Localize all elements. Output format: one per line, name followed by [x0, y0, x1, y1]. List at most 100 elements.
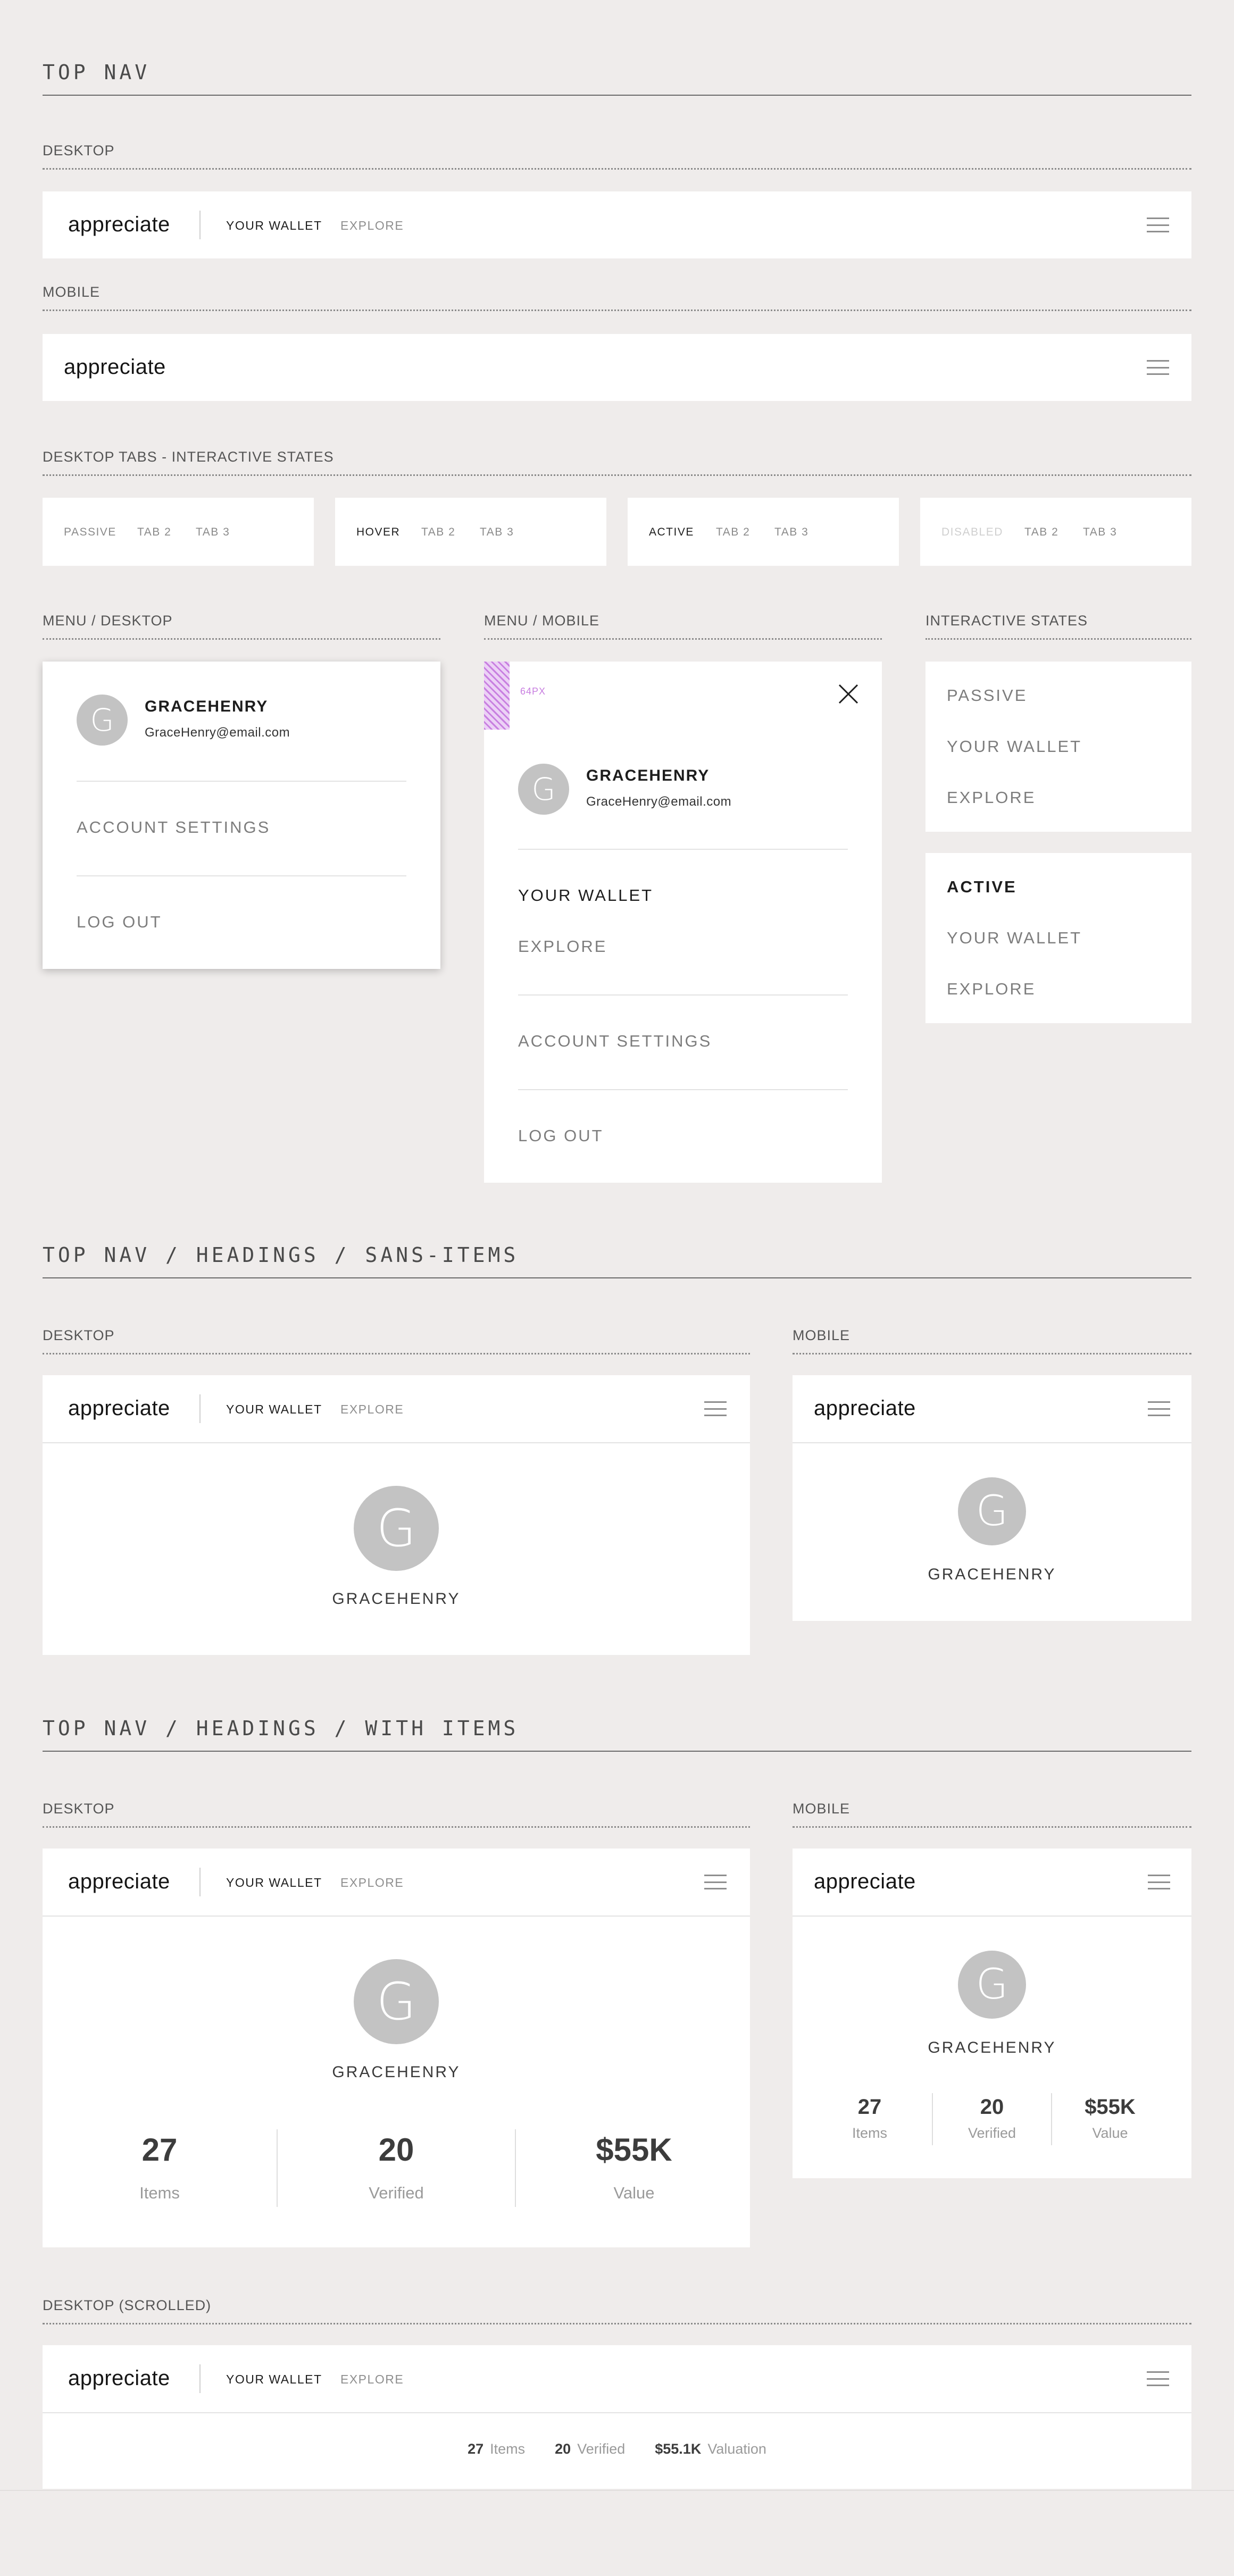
- nav-link-explore[interactable]: EXPLORE: [340, 2372, 404, 2387]
- hamburger-icon[interactable]: [1147, 360, 1169, 375]
- user-name: GRACEHENRY: [145, 698, 269, 715]
- state-your-wallet[interactable]: YOUR WALLET: [947, 737, 1082, 756]
- section-title-top-nav: TOP NAV: [43, 61, 151, 84]
- mobile-nav-bar: appreciate: [43, 334, 1191, 401]
- label-mobile: MOBILE: [793, 1327, 851, 1343]
- hamburger-icon[interactable]: [704, 1875, 727, 1889]
- label-desktop: DESKTOP: [43, 1801, 115, 1817]
- menu-item-account-settings[interactable]: ACCOUNT SETTINGS: [518, 1032, 712, 1051]
- spacing-marker: [484, 662, 510, 730]
- spacing-note: 64PX: [520, 686, 546, 697]
- mobile-heading-items-card: appreciate G GRACEHENRY 27 Items 20 Veri…: [793, 1849, 1191, 2178]
- state-passive[interactable]: PASSIVE: [947, 686, 1027, 705]
- tab-passive[interactable]: PASSIVE: [64, 526, 116, 539]
- label-tabs-states: DESKTOP TABS - INTERACTIVE STATES: [43, 449, 334, 465]
- states-passive-card: PASSIVE YOUR WALLET EXPLORE: [926, 662, 1191, 832]
- logo[interactable]: appreciate: [814, 1396, 916, 1420]
- nav-bottom-rule: [793, 1916, 1191, 1917]
- tab-3[interactable]: TAB 3: [774, 526, 808, 539]
- label-desktop: DESKTOP: [43, 1327, 115, 1343]
- logo[interactable]: appreciate: [68, 1870, 170, 1894]
- nav-divider: [199, 1394, 201, 1423]
- label-mobile: MOBILE: [793, 1801, 851, 1817]
- stat-items-value: 27: [141, 2132, 178, 2168]
- logo[interactable]: appreciate: [68, 1396, 170, 1420]
- stat-items-label: Items: [490, 2441, 526, 2457]
- dotted-rule: [43, 474, 1191, 476]
- logo[interactable]: appreciate: [64, 355, 166, 379]
- user-name: GRACEHENRY: [332, 1590, 461, 1608]
- tab-group-hover: HOVER TAB 2 TAB 3: [335, 498, 606, 566]
- tab-3[interactable]: TAB 3: [1083, 526, 1117, 539]
- nav-link-your-wallet[interactable]: YOUR WALLET: [226, 2372, 322, 2387]
- stat-valuation-label: Valuation: [707, 2441, 766, 2457]
- tab-2[interactable]: TAB 2: [421, 526, 455, 539]
- tab-2[interactable]: TAB 2: [716, 526, 750, 539]
- hamburger-icon[interactable]: [1148, 1875, 1170, 1889]
- menu-divider: [518, 1089, 848, 1090]
- tab-hover[interactable]: HOVER: [356, 526, 400, 539]
- nav-divider: [199, 2364, 201, 2393]
- stat-items-value: 27: [468, 2441, 484, 2457]
- tab-3[interactable]: TAB 3: [480, 526, 514, 539]
- stat-value-value: $55K: [1085, 2095, 1136, 2119]
- menu-item-your-wallet[interactable]: YOUR WALLET: [518, 886, 653, 905]
- menu-item-explore[interactable]: EXPLORE: [518, 937, 607, 956]
- dotted-rule: [793, 1826, 1191, 1828]
- user-email: GraceHenry@email.com: [145, 725, 290, 740]
- stat-verified-value: 20: [378, 2132, 414, 2168]
- dotted-rule: [43, 1826, 750, 1828]
- nav-bottom-rule: [43, 2412, 1191, 2413]
- state-your-wallet[interactable]: YOUR WALLET: [947, 929, 1082, 948]
- state-explore[interactable]: EXPLORE: [947, 980, 1036, 999]
- tab-active[interactable]: ACTIVE: [649, 526, 694, 539]
- avatar: G: [518, 764, 569, 815]
- menu-divider: [518, 849, 848, 850]
- nav-divider: [199, 1868, 201, 1896]
- menu-item-log-out[interactable]: LOG OUT: [518, 1126, 604, 1145]
- dotted-rule: [43, 310, 1191, 311]
- desktop-heading-items-card: appreciate YOUR WALLET EXPLORE G GRACEHE…: [43, 1849, 750, 2247]
- logo[interactable]: appreciate: [68, 2366, 170, 2390]
- avatar: G: [958, 1951, 1026, 2019]
- stat-divider: [932, 2093, 933, 2145]
- tab-2[interactable]: TAB 2: [137, 526, 171, 539]
- scrolled-stats-row: 27 Items 20 Verified $55.1K Valuation: [43, 2441, 1191, 2457]
- stat-verified-label: Verified: [577, 2441, 626, 2457]
- logo[interactable]: appreciate: [814, 1870, 916, 1894]
- nav-link-your-wallet[interactable]: YOUR WALLET: [226, 1402, 322, 1417]
- stat-items-label: Items: [852, 2125, 887, 2141]
- state-active[interactable]: ACTIVE: [947, 877, 1017, 897]
- tab-group-active: ACTIVE TAB 2 TAB 3: [628, 498, 899, 566]
- logo[interactable]: appreciate: [68, 213, 170, 237]
- user-email: GraceHenry@email.com: [586, 794, 732, 809]
- label-menu-desktop: MENU / DESKTOP: [43, 613, 173, 629]
- nav-link-explore[interactable]: EXPLORE: [340, 1876, 404, 1890]
- hamburger-icon[interactable]: [1148, 1401, 1170, 1416]
- section-title-headings-sans: TOP NAV / HEADINGS / SANS-ITEMS: [43, 1243, 519, 1267]
- tab-2[interactable]: TAB 2: [1024, 526, 1058, 539]
- states-active-card: ACTIVE YOUR WALLET EXPLORE: [926, 853, 1191, 1023]
- stat-value-label: Value: [613, 2184, 655, 2202]
- hamburger-icon[interactable]: [1147, 218, 1169, 232]
- menu-item-log-out[interactable]: LOG OUT: [77, 913, 162, 932]
- close-icon[interactable]: [837, 683, 860, 705]
- hamburger-icon[interactable]: [704, 1401, 727, 1416]
- avatar: G: [354, 1486, 439, 1571]
- menu-divider: [77, 875, 406, 876]
- nav-link-explore[interactable]: EXPLORE: [340, 1402, 404, 1417]
- dotted-rule: [484, 638, 882, 640]
- stat-items-label: Items: [139, 2184, 180, 2202]
- section-rule: [43, 1751, 1191, 1752]
- dotted-rule: [43, 2323, 1191, 2324]
- hamburger-icon[interactable]: [1147, 2371, 1169, 2386]
- tab-3[interactable]: TAB 3: [196, 526, 230, 539]
- nav-link-your-wallet[interactable]: YOUR WALLET: [226, 219, 322, 233]
- nav-link-your-wallet[interactable]: YOUR WALLET: [226, 1876, 322, 1890]
- state-explore[interactable]: EXPLORE: [947, 788, 1036, 807]
- nav-link-explore[interactable]: EXPLORE: [340, 219, 404, 233]
- section-rule: [43, 95, 1191, 96]
- stat-verified-value: 20: [980, 2095, 1004, 2119]
- menu-item-account-settings[interactable]: ACCOUNT SETTINGS: [77, 818, 270, 837]
- stat-valuation-value: $55.1K: [655, 2441, 702, 2457]
